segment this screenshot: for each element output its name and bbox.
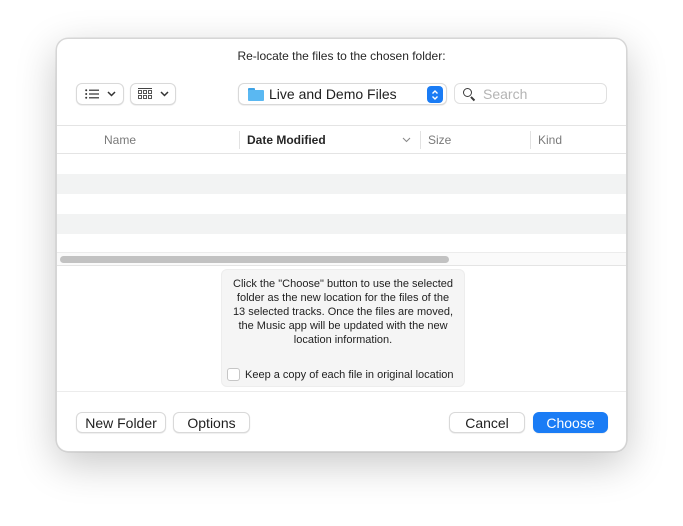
search-icon bbox=[462, 87, 476, 101]
keep-copy-option[interactable]: Keep a copy of each file in original loc… bbox=[227, 368, 454, 381]
choose-button[interactable]: Choose bbox=[533, 412, 608, 433]
table-row bbox=[57, 174, 626, 194]
file-browser-table: Name Date Modified Size Kind bbox=[57, 125, 626, 267]
column-divider[interactable] bbox=[420, 131, 421, 149]
options-button[interactable]: Options bbox=[173, 412, 250, 433]
relocate-files-dialog: Re-locate the files to the chosen folder… bbox=[56, 38, 627, 452]
screen: Re-locate the files to the chosen folder… bbox=[0, 0, 683, 526]
table-row bbox=[57, 194, 626, 214]
location-label: Live and Demo Files bbox=[269, 86, 397, 102]
keep-copy-checkbox[interactable] bbox=[227, 368, 240, 381]
updown-chevron-icon bbox=[427, 86, 443, 103]
new-folder-button[interactable]: New Folder bbox=[76, 412, 166, 433]
table-header: Name Date Modified Size Kind bbox=[57, 126, 626, 154]
folder-icon bbox=[248, 87, 264, 101]
sort-descending-icon bbox=[402, 137, 411, 143]
chevron-down-icon bbox=[106, 91, 116, 97]
footer-divider bbox=[57, 391, 626, 392]
grid-view-icon bbox=[137, 88, 152, 99]
cancel-button[interactable]: Cancel bbox=[449, 412, 525, 433]
scrollbar-thumb[interactable] bbox=[60, 256, 449, 263]
horizontal-scrollbar[interactable] bbox=[57, 252, 626, 266]
relocate-message: Click the "Choose" button to use the sel… bbox=[232, 278, 454, 346]
list-view-icon bbox=[84, 89, 99, 99]
column-header-kind[interactable]: Kind bbox=[538, 133, 562, 147]
column-header-date-modified[interactable]: Date Modified bbox=[247, 133, 326, 147]
search-field[interactable] bbox=[454, 83, 607, 104]
table-row bbox=[57, 214, 626, 234]
column-divider[interactable] bbox=[239, 131, 240, 149]
search-input[interactable] bbox=[483, 85, 593, 102]
column-header-name[interactable]: Name bbox=[104, 133, 136, 147]
chevron-down-icon bbox=[159, 91, 169, 97]
location-popup[interactable]: Live and Demo Files bbox=[238, 83, 447, 105]
table-row bbox=[57, 154, 626, 174]
column-header-size[interactable]: Size bbox=[428, 133, 451, 147]
relocate-info-panel: Click the "Choose" button to use the sel… bbox=[221, 269, 465, 387]
column-divider[interactable] bbox=[530, 131, 531, 149]
table-row bbox=[57, 234, 626, 246]
keep-copy-label: Keep a copy of each file in original loc… bbox=[245, 368, 454, 381]
list-view-button[interactable] bbox=[76, 83, 124, 105]
grid-view-button[interactable] bbox=[130, 83, 176, 105]
dialog-prompt: Re-locate the files to the chosen folder… bbox=[237, 49, 446, 63]
